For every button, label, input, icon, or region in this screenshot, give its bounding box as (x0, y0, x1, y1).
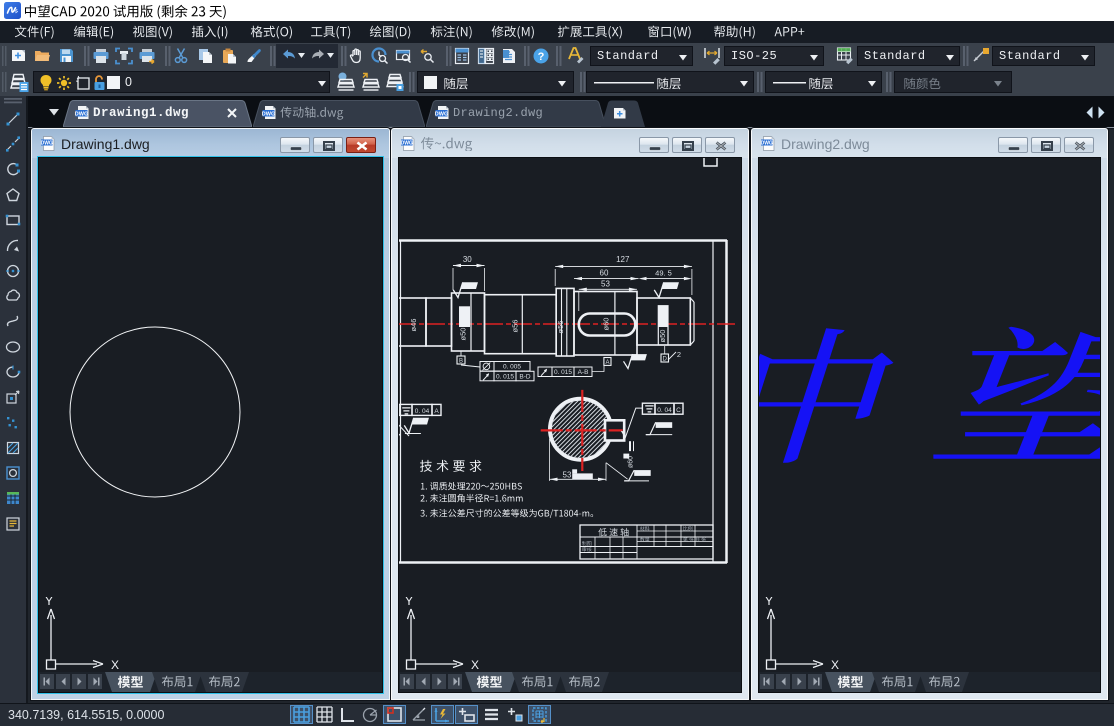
svg-text:DWG: DWG (75, 111, 88, 117)
svg-text:A-B: A-B (578, 369, 589, 376)
svg-text:X: X (111, 658, 119, 672)
svg-text:ø56: ø56 (556, 321, 565, 334)
svg-text:49. 5: 49. 5 (655, 269, 672, 278)
svg-text:DWG: DWG (435, 111, 448, 117)
svg-text:ø50: ø50 (459, 328, 468, 341)
svg-text:53: 53 (601, 280, 610, 289)
svg-text:DWG: DWG (262, 111, 275, 117)
svg-text:0. 005: 0. 005 (503, 364, 521, 371)
svg-text:53: 53 (563, 471, 572, 480)
svg-text:ø60: ø60 (602, 318, 611, 331)
svg-text:B-D: B-D (519, 373, 531, 380)
svg-text:ø50: ø50 (658, 330, 667, 343)
svg-text:Y: Y (45, 597, 53, 608)
svg-text:?: ? (538, 51, 545, 63)
svg-text:B: B (459, 359, 463, 365)
svg-text:30: 30 (463, 255, 472, 264)
svg-text:DWG: DWG (401, 141, 413, 147)
svg-text:D: D (663, 357, 668, 363)
svg-text:127: 127 (616, 255, 630, 264)
svg-text:A: A (434, 408, 439, 415)
svg-text:DWG: DWG (41, 141, 53, 147)
svg-text:0. 04: 0. 04 (415, 408, 430, 415)
svg-text:C: C (676, 407, 681, 414)
svg-text:DWG: DWG (761, 141, 773, 147)
svg-text:ø56: ø56 (511, 320, 520, 333)
svg-text:A: A (605, 360, 609, 366)
svg-text:0. 015: 0. 015 (496, 373, 514, 380)
svg-text:60: 60 (600, 269, 609, 278)
svg-text:0. 04: 0. 04 (657, 407, 672, 414)
svg-text:ø46: ø46 (409, 319, 418, 332)
svg-text:0. 015: 0. 015 (554, 369, 572, 376)
svg-text:2: 2 (677, 350, 681, 359)
